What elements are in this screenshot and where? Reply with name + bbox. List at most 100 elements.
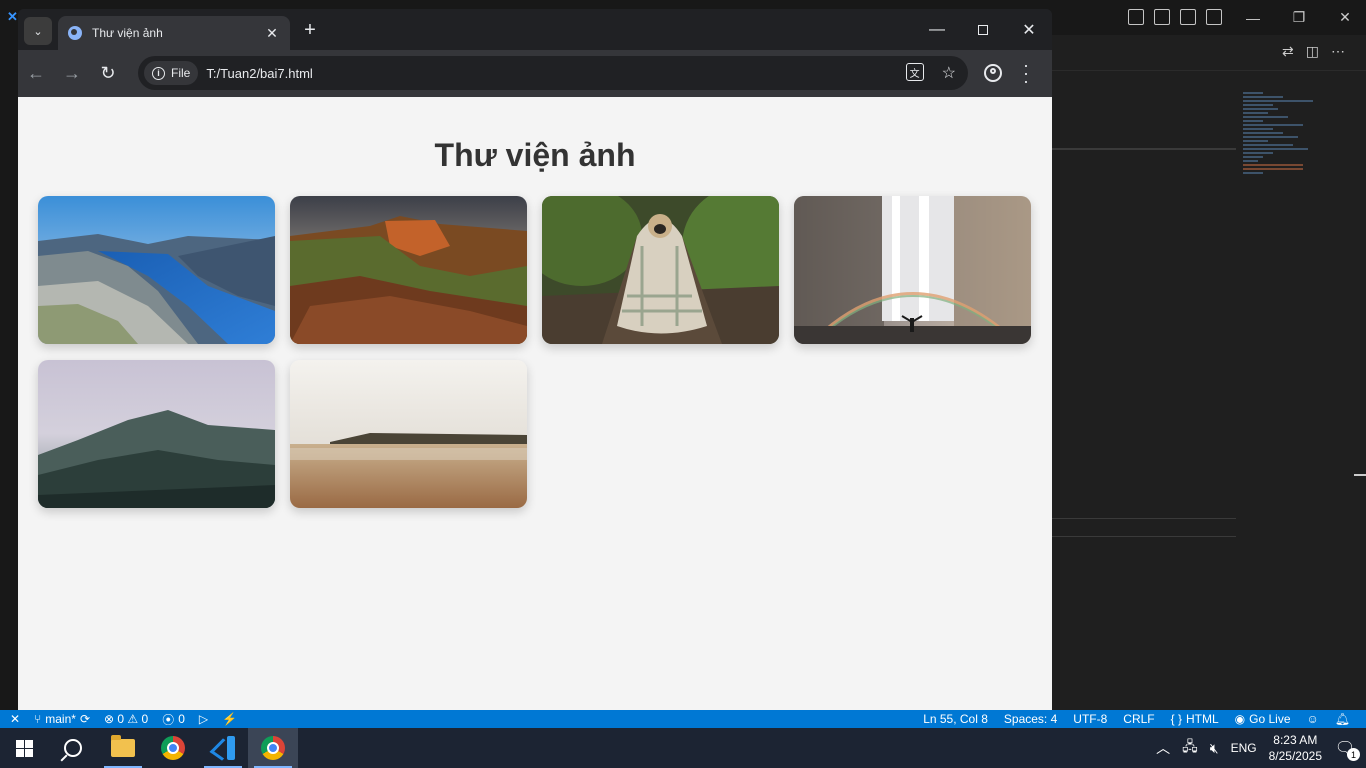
profile-icon[interactable]	[984, 64, 1002, 82]
go-live-button[interactable]: ◉ Go Live	[1235, 712, 1291, 726]
branch-icon: ⑂	[34, 712, 42, 726]
reload-button[interactable]: ↻	[90, 56, 126, 92]
globe-icon	[68, 26, 82, 40]
taskbar-search-button[interactable]	[48, 728, 98, 768]
vscode-close-button[interactable]: ✕	[1322, 0, 1366, 35]
taskbar-chrome-active[interactable]	[248, 728, 298, 768]
taskbar-file-explorer[interactable]	[98, 728, 148, 768]
close-button[interactable]: ✕	[1006, 9, 1052, 50]
arrow-left-icon: ←	[27, 63, 45, 83]
indentation[interactable]: Spaces: 4	[1004, 712, 1057, 726]
vscode-editor-actions: ⇄ ◫ ⋯	[1282, 43, 1345, 60]
editor-divider	[1052, 148, 1236, 150]
encoding[interactable]: UTF-8	[1073, 712, 1107, 726]
arrow-right-icon: →	[63, 63, 81, 83]
vscode-activity-bar	[0, 35, 18, 710]
tab-close-icon[interactable]: ✕	[264, 25, 280, 42]
forward-button[interactable]: →	[54, 56, 90, 92]
gallery-image-waterfall[interactable]	[794, 196, 1031, 344]
end-of-line[interactable]: CRLF	[1123, 712, 1154, 726]
tab-title: Thư viện ảnh	[92, 26, 163, 40]
page-title: Thư viện ảnh	[434, 137, 636, 173]
taskbar-vscode[interactable]	[198, 728, 248, 768]
git-branch-button[interactable]: ⑂ main* ⟳	[34, 712, 90, 726]
editor-tab-divider	[1052, 70, 1366, 71]
language-mode[interactable]: { } HTML	[1171, 712, 1219, 726]
toggle-primary-sidebar-icon[interactable]	[1128, 9, 1144, 25]
notifications-bell-icon[interactable]: 🔔︎	[1335, 712, 1350, 726]
windows-logo-icon	[15, 739, 33, 757]
gallery-image-canyon[interactable]	[290, 196, 527, 344]
gallery-image-mountains[interactable]	[38, 360, 275, 508]
run-debug-icon[interactable]: ▷	[199, 712, 208, 726]
system-tray: ︿ 🖧︎ 🔇︎ ENG 8:23 AM 8/25/2025 🗨︎ 1	[1156, 732, 1366, 764]
more-actions-icon[interactable]: ⋯	[1331, 43, 1345, 60]
cursor-position[interactable]: Ln 55, Col 8	[923, 712, 988, 726]
minimize-button[interactable]: —	[914, 9, 960, 50]
compare-changes-icon[interactable]: ⇄	[1282, 43, 1294, 60]
remote-indicator-icon[interactable]: ✕	[10, 712, 20, 726]
ports-count: 0	[178, 712, 185, 726]
network-icon[interactable]: 🖧︎	[1182, 736, 1198, 760]
pug-in-blanket-image	[542, 196, 779, 344]
maximize-button[interactable]	[960, 9, 1006, 50]
clock[interactable]: 8:23 AM 8/25/2025	[1269, 732, 1322, 764]
tab-search-button[interactable]: ⌄	[24, 17, 52, 45]
address-bar[interactable]: i File T:/Tuan2/bai7.html 文 ☆	[138, 56, 968, 90]
vscode-layout-controls	[1128, 9, 1222, 25]
editor-divider	[1052, 536, 1236, 537]
toggle-secondary-sidebar-icon[interactable]	[1180, 9, 1196, 25]
customize-layout-icon[interactable]	[1206, 9, 1222, 25]
waterfall-rainbow-image	[794, 196, 1031, 344]
vscode-restore-button[interactable]: ❐	[1276, 0, 1322, 35]
ports-icon: ⦿	[162, 712, 175, 727]
folder-icon	[111, 735, 135, 757]
minimap[interactable]	[1243, 90, 1323, 205]
url-text[interactable]: T:/Tuan2/bai7.html	[206, 66, 312, 81]
beach-shoreline-image	[290, 360, 527, 508]
gallery-image-fjord[interactable]	[38, 196, 275, 344]
new-tab-button[interactable]: +	[300, 19, 320, 42]
copilot-icon[interactable]: ☺	[1307, 712, 1319, 726]
problems-button[interactable]: ⊗ 0 ⚠ 0	[104, 712, 148, 726]
vscode-minimize-button[interactable]: —	[1230, 0, 1276, 35]
toggle-panel-icon[interactable]	[1154, 9, 1170, 25]
back-button[interactable]: ←	[18, 56, 54, 92]
broadcast-icon: ◉	[1234, 712, 1246, 726]
sync-icon: ⟳	[79, 712, 91, 726]
canyon-sunset-image	[290, 196, 527, 344]
gallery-image-pug[interactable]	[542, 196, 779, 344]
vscode-icon	[211, 736, 235, 760]
chrome-menu-icon[interactable]: · · ·	[1023, 56, 1029, 90]
browser-tab-active[interactable]: Thư viện ảnh ✕	[58, 16, 290, 50]
clock-date: 8/25/2025	[1268, 749, 1322, 763]
editor-scrollbar[interactable]	[1354, 474, 1366, 476]
reload-icon: ↻	[100, 63, 116, 83]
info-icon: i	[152, 66, 165, 80]
input-language[interactable]: ENG	[1231, 741, 1257, 755]
taskbar-chrome[interactable]	[148, 728, 198, 768]
search-icon	[64, 739, 82, 757]
site-info-chip[interactable]: i File	[144, 61, 199, 85]
live-share-icon[interactable]: ⚡	[222, 712, 237, 726]
fjord-landscape-image	[38, 196, 275, 344]
bookmark-star-icon[interactable]: ☆	[942, 63, 956, 83]
chrome-icon	[161, 736, 185, 760]
windows-taskbar: ︿ 🖧︎ 🔇︎ ENG 8:23 AM 8/25/2025 🗨︎ 1	[0, 728, 1366, 768]
photo-gallery	[38, 196, 1031, 508]
chrome-window: ⌄ Thư viện ảnh ✕ + — ✕ ← → ↻ i File T:/T…	[18, 9, 1052, 710]
start-button[interactable]	[0, 728, 48, 768]
split-editor-icon[interactable]: ◫	[1306, 43, 1319, 60]
show-hidden-icons-chevron-icon[interactable]: ︿	[1156, 738, 1170, 758]
notification-center-button[interactable]: 🗨︎ 1	[1334, 737, 1360, 761]
gallery-image-beach[interactable]	[290, 360, 527, 508]
translate-icon[interactable]: 文	[905, 63, 924, 81]
misty-mountains-image	[38, 360, 275, 508]
volume-muted-icon[interactable]: 🔇︎	[1210, 740, 1219, 757]
braces-icon: { }	[1170, 712, 1182, 726]
editor-divider	[1052, 518, 1236, 519]
vscode-window-controls: — ❐ ✕	[1230, 0, 1366, 35]
notification-badge: 1	[1347, 748, 1360, 761]
ports-button[interactable]: ⦿ 0	[162, 711, 185, 728]
chrome-icon	[261, 736, 285, 760]
